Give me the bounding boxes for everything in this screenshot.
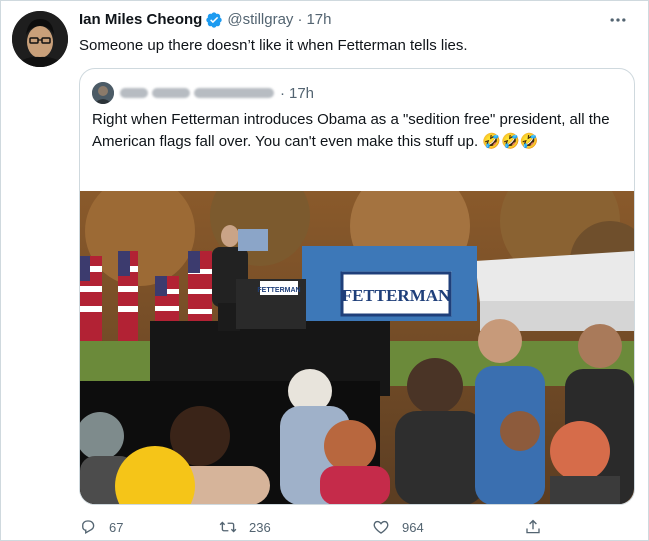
quoted-media-image[interactable]: FETTERMAN FETTERMAN bbox=[80, 191, 634, 504]
tweet-timestamp[interactable]: 17h bbox=[306, 10, 331, 30]
retweet-button[interactable]: 236 bbox=[219, 518, 271, 536]
quoted-avatar bbox=[92, 82, 114, 104]
like-count: 964 bbox=[402, 519, 424, 535]
retweet-icon bbox=[219, 521, 237, 533]
quoted-header: · 17h bbox=[92, 82, 314, 104]
quoted-text: Right when Fetterman introduces Obama as… bbox=[92, 111, 610, 150]
reply-count: 67 bbox=[109, 519, 124, 535]
tweet-text: Someone up there doesn’t like it when Fe… bbox=[79, 37, 468, 54]
rally-scene-image: FETTERMAN FETTERMAN bbox=[80, 191, 634, 504]
reply-icon bbox=[82, 520, 95, 535]
quoted-timestamp[interactable]: 17h bbox=[289, 85, 314, 102]
like-button[interactable]: 964 bbox=[372, 518, 424, 536]
quoted-avatar-image bbox=[92, 82, 114, 104]
tweet-card: Ian Miles Cheong @stillgray · 17h Someon… bbox=[0, 0, 649, 541]
podium-text: FETTERMAN bbox=[257, 287, 300, 294]
author-name[interactable]: Ian Miles Cheong bbox=[79, 10, 202, 30]
author-avatar[interactable] bbox=[12, 11, 68, 67]
quoted-separator-dot: · bbox=[280, 84, 285, 102]
author-handle[interactable]: @stillgray bbox=[227, 10, 293, 30]
avatar-image bbox=[12, 11, 68, 67]
share-icon bbox=[526, 519, 540, 534]
more-options-icon[interactable] bbox=[608, 10, 628, 30]
quoted-tweet[interactable]: · 17h Right when Fetterman introduces Ob… bbox=[79, 68, 635, 505]
retweet-count: 236 bbox=[249, 519, 271, 535]
separator-dot: · bbox=[297, 11, 303, 28]
tweet-actions: 67 236 964 bbox=[79, 518, 559, 540]
redacted-author bbox=[120, 88, 274, 98]
share-button[interactable] bbox=[524, 518, 542, 536]
heart-icon bbox=[373, 520, 389, 534]
banner-text: FETTERMAN bbox=[342, 286, 451, 305]
verified-badge-icon bbox=[206, 12, 223, 28]
reply-button[interactable]: 67 bbox=[79, 518, 123, 536]
tweet-header: Ian Miles Cheong @stillgray · 17h bbox=[79, 10, 331, 30]
